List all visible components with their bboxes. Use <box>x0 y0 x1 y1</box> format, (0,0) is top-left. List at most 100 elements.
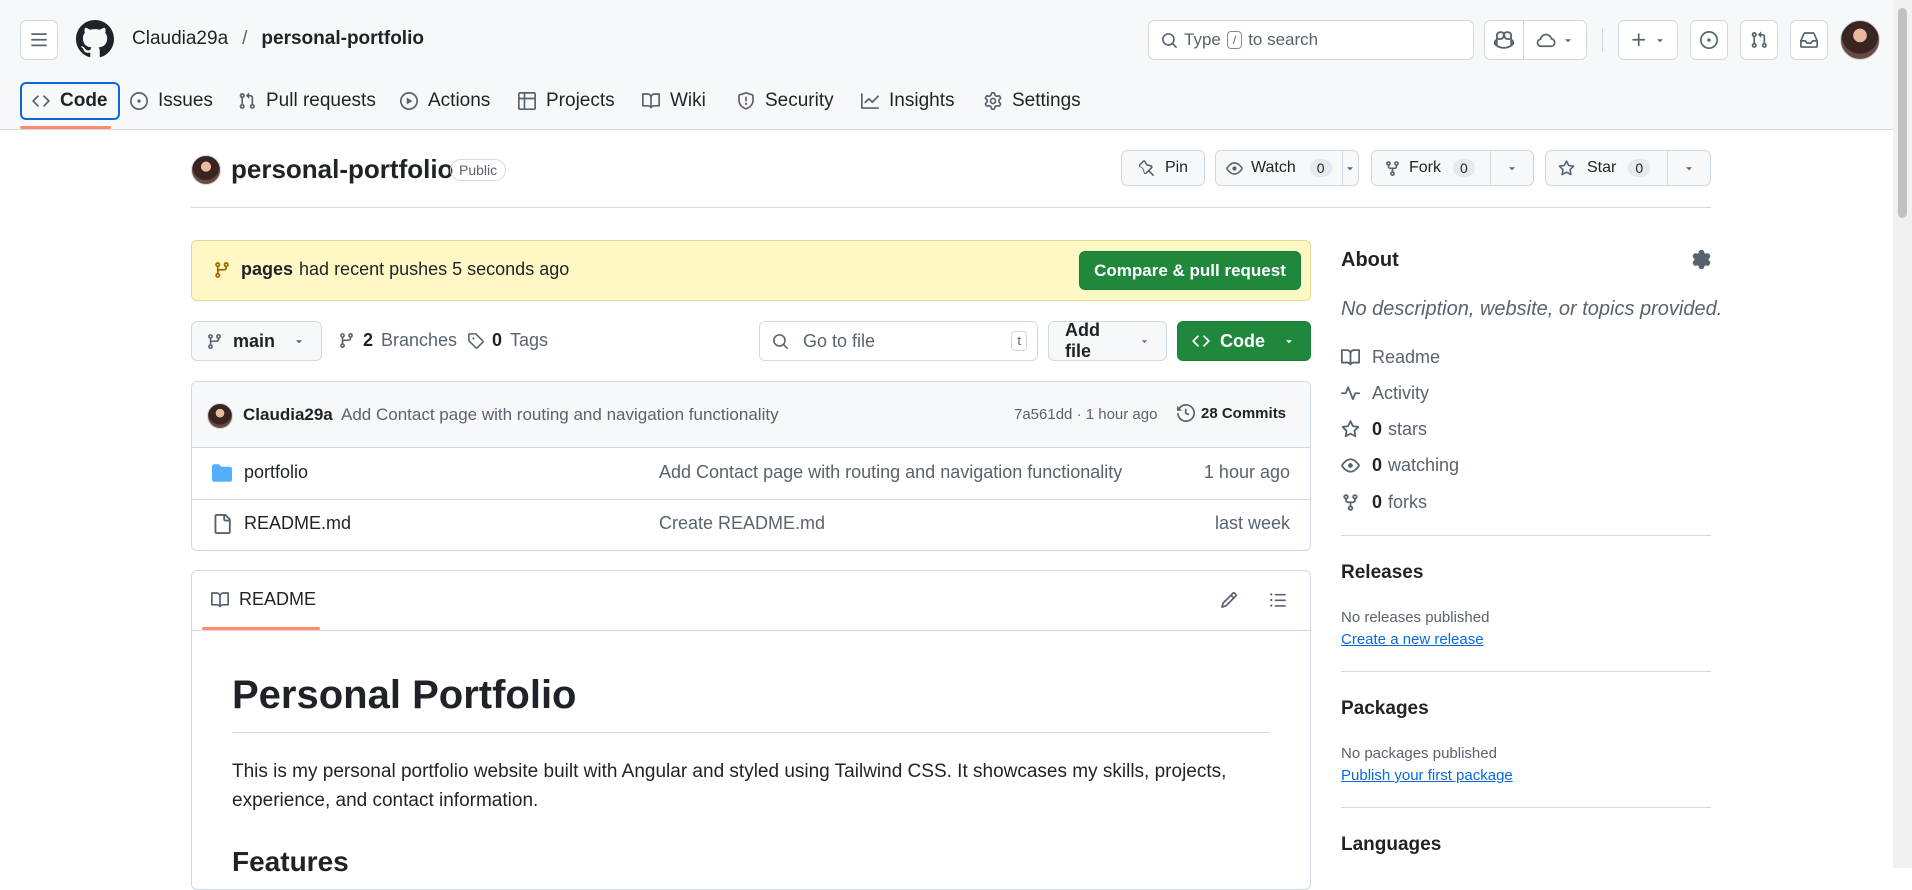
readme-box <box>191 570 1311 890</box>
tab-label: Security <box>765 90 834 111</box>
owner-link[interactable]: Claudia29a <box>132 28 228 50</box>
releases-heading[interactable]: Releases <box>1341 562 1423 584</box>
star-icon <box>1558 159 1575 175</box>
tab-security[interactable]: Security <box>727 82 844 120</box>
code-icon <box>32 95 50 107</box>
about-description: No description, website, or topics provi… <box>1341 298 1723 320</box>
chevron-down-icon <box>1565 39 1571 43</box>
file-time: last week <box>1214 513 1290 533</box>
tab-wiki[interactable]: Wiki <box>632 82 716 120</box>
file-row-portfolio[interactable]: portfolio Add Contact page with routing … <box>192 448 1310 498</box>
activity-link[interactable]: Activity <box>1341 383 1429 404</box>
menu-button[interactable] <box>20 20 58 60</box>
branch-select[interactable]: main <box>191 321 322 361</box>
file-commit-message[interactable]: Create README.md <box>659 513 825 534</box>
repo-link[interactable]: personal-portfolio <box>261 28 424 50</box>
file-row-readme[interactable]: README.md Create README.md last week <box>192 499 1310 549</box>
github-logo-icon[interactable] <box>76 20 114 58</box>
star-button[interactable]: Star 0 <box>1545 150 1711 186</box>
branches-link[interactable]: 2 Branches <box>338 330 457 351</box>
inbox-button[interactable] <box>1790 20 1828 60</box>
fork-dropdown[interactable] <box>1491 162 1533 174</box>
watching-count: 0 <box>1372 455 1383 475</box>
list-outline-icon[interactable] <box>1269 591 1287 609</box>
create-release-link[interactable]: Create a new release <box>1341 631 1484 648</box>
copilot-icon <box>1494 31 1514 49</box>
divider <box>191 207 1711 208</box>
forks-link[interactable]: 0 forks <box>1341 492 1427 513</box>
commit-message[interactable]: Add Contact page with routing and naviga… <box>341 405 779 425</box>
tags-label: Tags <box>510 330 549 350</box>
add-file-button[interactable]: Add file <box>1048 320 1167 361</box>
commits-count: 28 Commits <box>1201 404 1287 422</box>
file-name[interactable]: portfolio <box>244 462 308 483</box>
commit-author[interactable]: Claudia29a <box>243 405 333 425</box>
play-icon <box>400 92 418 110</box>
star-count: 0 <box>1628 159 1651 177</box>
branch-icon <box>215 262 229 278</box>
tab-label: Projects <box>546 90 615 111</box>
publish-package-link[interactable]: Publish your first package <box>1341 767 1513 784</box>
readme-link-label: Readme <box>1372 347 1441 367</box>
tab-code[interactable]: Code <box>20 82 120 120</box>
pin-label: Pin <box>1164 159 1189 176</box>
fork-button[interactable]: Fork 0 <box>1371 150 1534 186</box>
go-to-file-key: t <box>1011 331 1027 351</box>
app-header: Claudia29a / personal-portfolio Type / t… <box>0 0 1893 130</box>
history-icon <box>1177 404 1195 422</box>
file-commit-message[interactable]: Add Contact page with routing and naviga… <box>659 462 1122 483</box>
breadcrumb-separator: / <box>242 28 248 49</box>
readme-title-divider <box>232 732 1270 733</box>
readme-tab-label: README <box>239 589 317 609</box>
branch-name: main <box>233 330 276 351</box>
commit-sha-time[interactable]: 7a561dd · 1 hour ago <box>1014 406 1157 423</box>
search-key-hint: / <box>1226 31 1243 49</box>
compare-pull-request-button[interactable]: Compare & pull request <box>1079 251 1301 290</box>
folder-icon <box>212 464 232 482</box>
tab-actions[interactable]: Actions <box>390 82 500 120</box>
shield-icon <box>738 92 754 110</box>
file-name[interactable]: README.md <box>244 513 351 534</box>
tag-icon <box>468 333 484 349</box>
pencil-icon[interactable] <box>1220 591 1238 609</box>
forks-label: forks <box>1388 492 1428 512</box>
active-tab-underline <box>20 126 111 129</box>
create-new-button[interactable] <box>1618 20 1678 60</box>
copilot-menu-button[interactable] <box>1523 20 1587 60</box>
scrollbar[interactable] <box>1893 0 1912 868</box>
issues-button[interactable] <box>1690 20 1728 60</box>
tab-issues[interactable]: Issues <box>120 82 223 120</box>
readme-features-heading: Features <box>232 846 349 877</box>
sidebar-divider <box>1341 671 1711 672</box>
banner-text: had recent pushes 5 seconds ago <box>299 259 570 279</box>
gear-icon[interactable] <box>1692 250 1711 269</box>
readme-tab[interactable]: README <box>211 589 316 610</box>
pull-requests-button[interactable] <box>1740 20 1778 60</box>
watch-button[interactable]: Watch 0 <box>1215 150 1359 186</box>
chevron-down-icon <box>1142 340 1148 343</box>
search-input[interactable]: Type / to search <box>1148 20 1474 60</box>
stars-link[interactable]: 0 stars <box>1341 419 1427 440</box>
packages-heading[interactable]: Packages <box>1341 698 1429 720</box>
code-button[interactable]: Code <box>1177 321 1311 361</box>
tab-settings[interactable]: Settings <box>974 82 1091 120</box>
readme-link[interactable]: Readme <box>1341 347 1440 368</box>
tags-link[interactable]: 0 Tags <box>467 330 548 351</box>
go-to-file-input[interactable]: Go to file t <box>759 321 1038 361</box>
tab-pull-requests[interactable]: Pull requests <box>228 82 386 120</box>
watching-label: watching <box>1388 455 1460 475</box>
star-dropdown[interactable] <box>1668 162 1710 174</box>
pin-button[interactable]: Pin <box>1121 150 1205 186</box>
chevron-down-icon <box>1347 167 1353 171</box>
repo-title[interactable]: personal-portfolio <box>231 154 453 185</box>
go-to-file-placeholder: Go to file <box>803 330 876 351</box>
watching-link[interactable]: 0 watching <box>1341 455 1459 476</box>
copilot-button[interactable] <box>1484 20 1524 60</box>
tab-projects[interactable]: Projects <box>508 82 625 120</box>
commits-link[interactable]: 28 Commits <box>1177 404 1286 422</box>
watch-dropdown[interactable] <box>1342 162 1358 174</box>
tab-insights[interactable]: Insights <box>851 82 964 120</box>
avatar[interactable] <box>1840 20 1880 60</box>
scrollbar-thumb[interactable] <box>1898 8 1907 218</box>
banner-branch[interactable]: pages <box>241 259 293 280</box>
